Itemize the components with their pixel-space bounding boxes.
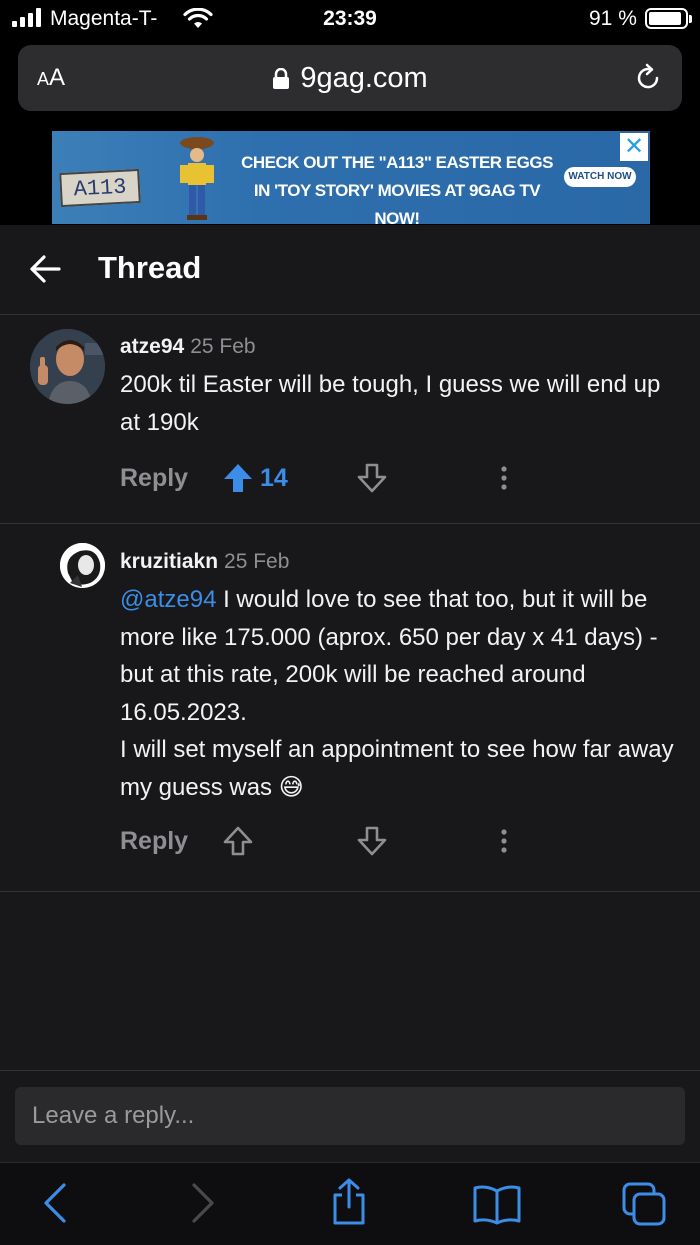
- ad-headline: CHECK OUT THE "A113" EASTER EGGS IN 'TOY…: [241, 153, 553, 224]
- lock-icon: [273, 67, 290, 89]
- url-display[interactable]: 9gag.com: [18, 62, 682, 95]
- reply-button[interactable]: Reply: [120, 827, 188, 856]
- comment-reply: kruzitiakn 25 Feb @atze94 I would love to…: [0, 524, 700, 892]
- comment-text: @atze94 I would love to see that too, bu…: [120, 586, 674, 801]
- reply-composer: [0, 1070, 700, 1162]
- battery-icon: [645, 8, 692, 29]
- upvote-count: 14: [260, 463, 288, 492]
- back-chevron-icon[interactable]: [40, 1181, 70, 1225]
- browser-toolbar: [0, 1162, 700, 1245]
- back-arrow-icon[interactable]: [28, 253, 62, 285]
- avatar[interactable]: [30, 329, 105, 404]
- license-plate: A113: [59, 168, 141, 208]
- username[interactable]: atze94: [120, 335, 184, 358]
- user-mention-link[interactable]: @atze94: [120, 586, 216, 613]
- browser-address-area: AA 9gag.com: [0, 38, 700, 130]
- comment: atze94 25 Feb 200k til Easter will be tou…: [0, 315, 700, 524]
- status-bar: Magenta-T- 23:39 91 %: [0, 0, 700, 38]
- battery-percent: 91 %: [589, 7, 637, 30]
- comment-actions: Reply: [120, 823, 680, 863]
- reload-icon[interactable]: [632, 62, 664, 94]
- upvote-icon[interactable]: [222, 825, 254, 857]
- upvote-button[interactable]: 14: [222, 462, 288, 494]
- ad-banner[interactable]: A113 CHECK OUT THE "A113" EASTER EGGS IN…: [52, 131, 650, 224]
- ad-banner-area: A113 CHECK OUT THE "A113" EASTER EGGS IN…: [0, 130, 700, 225]
- comment-actions: Reply 14: [120, 460, 680, 500]
- comment-meta: atze94 25 Feb: [120, 335, 256, 359]
- avatar[interactable]: [60, 543, 105, 588]
- thread-header: Thread: [0, 225, 700, 315]
- more-options-icon[interactable]: [498, 462, 510, 494]
- comment-meta: kruzitiakn 25 Feb: [120, 550, 289, 574]
- forward-chevron-icon[interactable]: [188, 1181, 218, 1225]
- comment-date: 25 Feb: [190, 335, 256, 358]
- username[interactable]: kruzitiakn: [120, 550, 218, 573]
- comment-text: 200k til Easter will be tough, I guess w…: [120, 371, 661, 436]
- reply-input[interactable]: [15, 1087, 685, 1145]
- reply-button[interactable]: Reply: [120, 464, 188, 493]
- tabs-icon[interactable]: [620, 1180, 668, 1228]
- address-bar[interactable]: AA 9gag.com: [18, 45, 682, 111]
- watch-now-button[interactable]: WATCH NOW: [564, 167, 636, 187]
- bookmarks-icon[interactable]: [472, 1183, 522, 1225]
- more-options-icon[interactable]: [498, 825, 510, 857]
- url-text: 9gag.com: [300, 62, 428, 94]
- downvote-icon[interactable]: [356, 462, 388, 494]
- comment-date: 25 Feb: [224, 550, 290, 573]
- woody-figure-icon: [180, 137, 214, 220]
- upvote-filled-icon: [224, 464, 252, 492]
- ad-close-icon[interactable]: ✕: [620, 133, 648, 161]
- downvote-icon[interactable]: [356, 825, 388, 857]
- page-title: Thread: [98, 250, 202, 285]
- share-icon[interactable]: [328, 1177, 370, 1227]
